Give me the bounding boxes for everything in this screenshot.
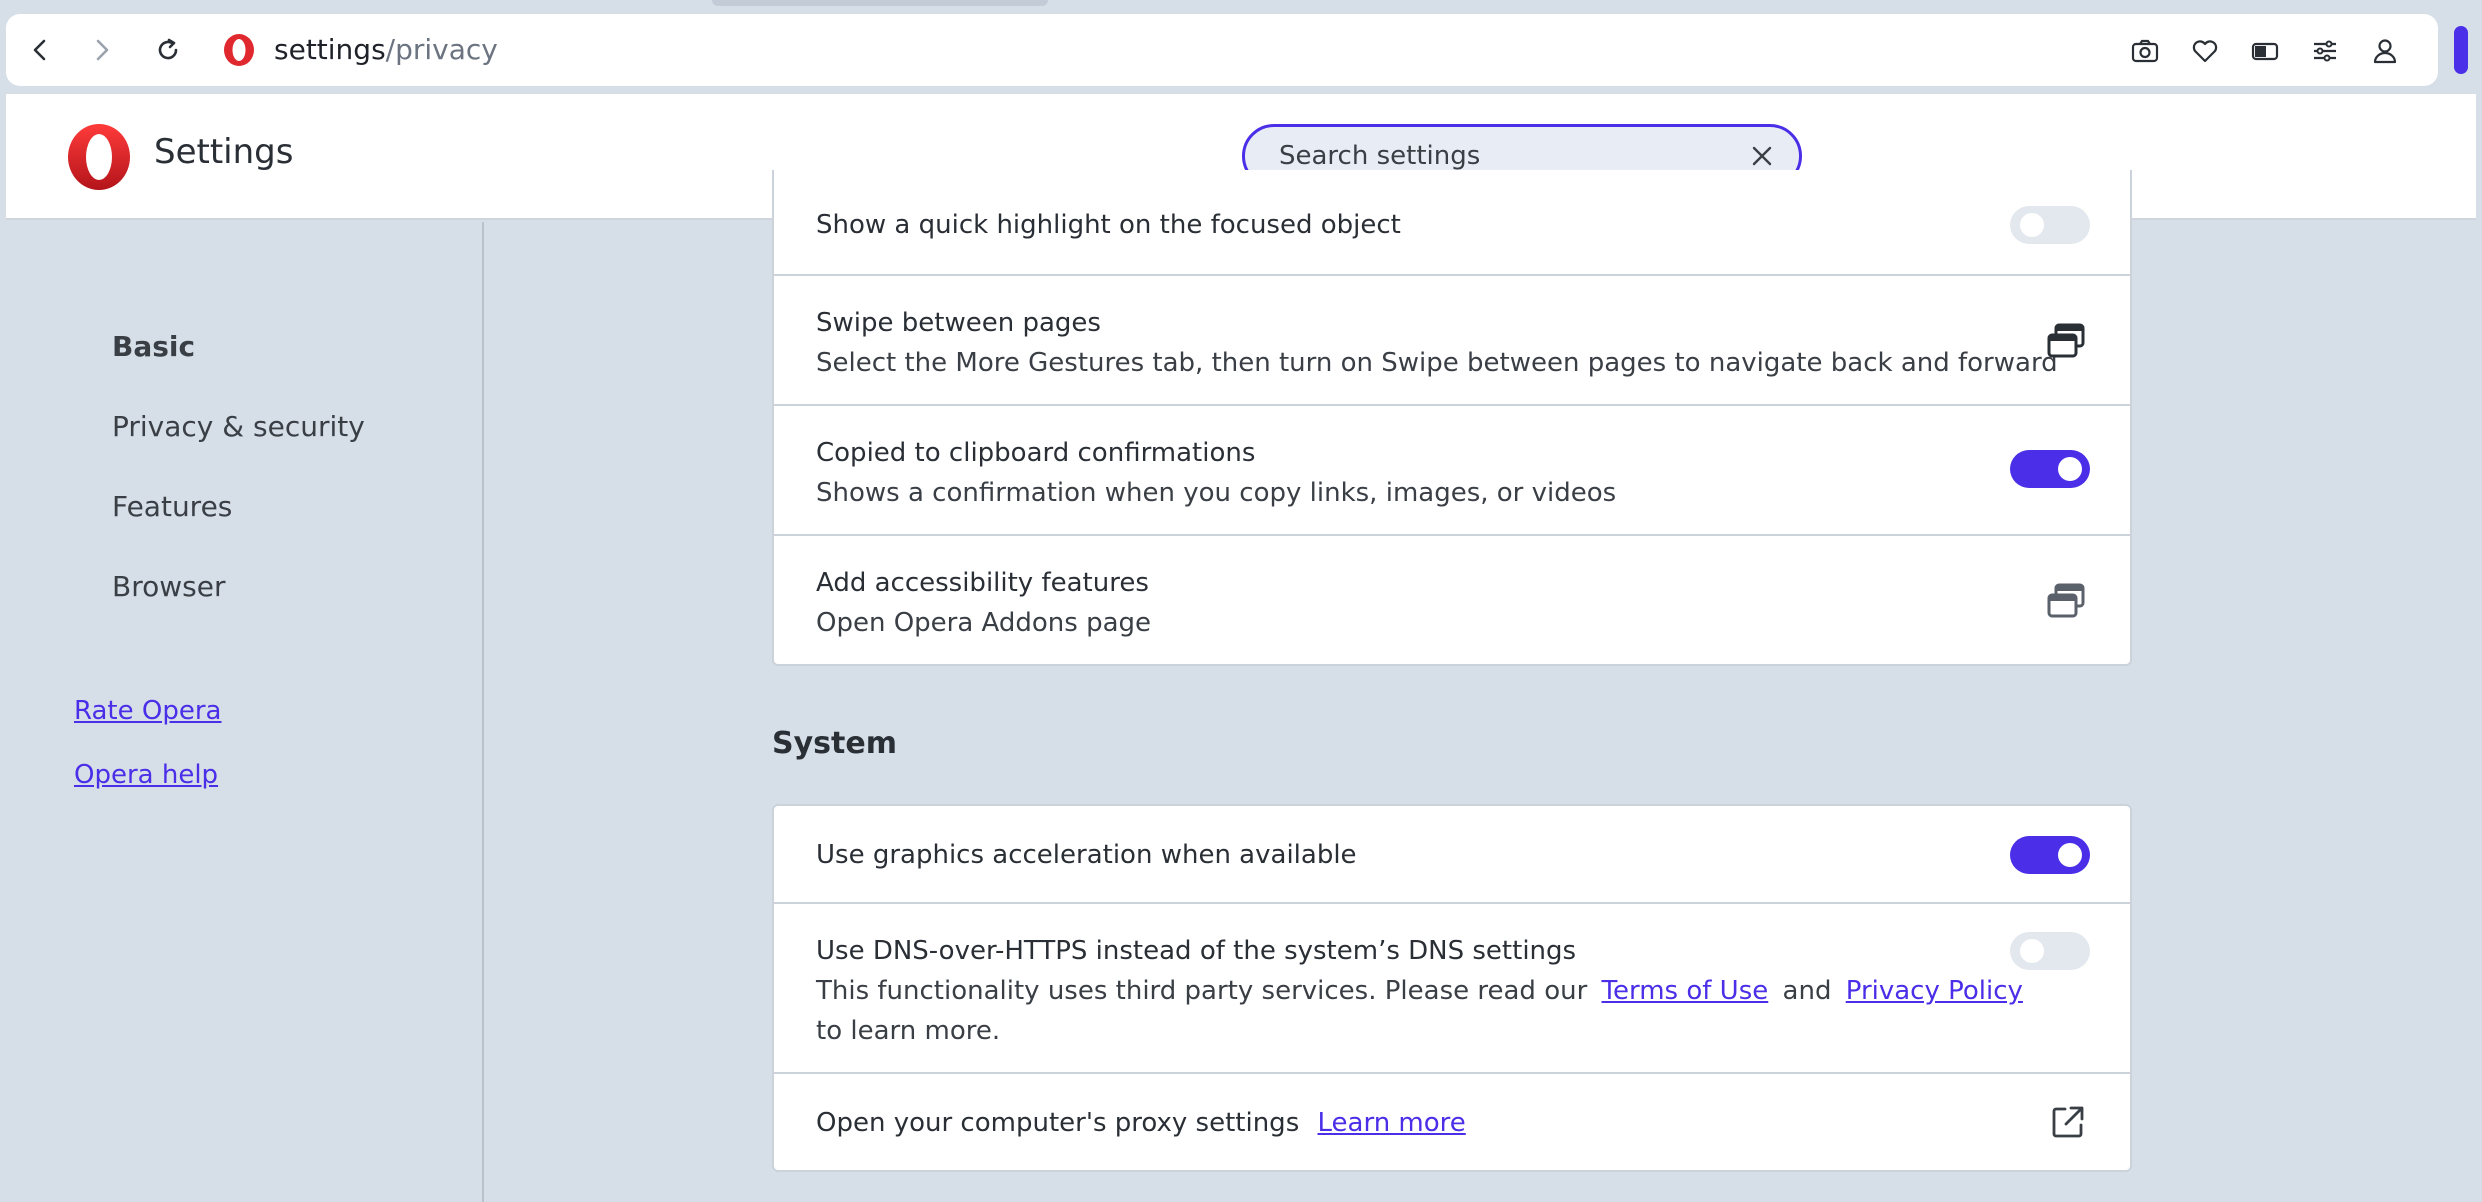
chevron-left-icon [33,39,46,61]
sidebar-item-browser[interactable]: Browser [112,570,225,603]
sliders-icon [2314,40,2336,62]
url-host: settings [274,33,386,66]
setting-row-accessibility-features[interactable]: Add accessibility features Open Opera Ad… [774,534,2130,664]
opera-logo-icon [224,34,254,66]
setting-description: This functionality uses third party serv… [816,976,2023,1006]
sidebar-toggle-pill[interactable] [2454,26,2468,74]
profile-button[interactable] [2370,36,2400,66]
setting-row-graphics-acceleration: Use graphics acceleration when available [774,806,2130,902]
search-input[interactable] [1279,141,1719,171]
toggle-knob [2020,939,2044,963]
setting-title: Copied to clipboard confirmations [816,438,1256,468]
battery-saver-button[interactable] [2250,36,2280,66]
address-bar: settings/privacy [6,14,2438,86]
page-title: Settings [154,132,294,172]
system-section-title: System [772,726,897,761]
setting-row-clipboard-confirmations: Copied to clipboard confirmations Shows … [774,404,2130,534]
setting-title: Add accessibility features [816,568,1149,598]
setting-description: Shows a confirmation when you copy links… [816,478,1617,508]
reload-icon [158,38,178,60]
snapshot-button[interactable] [2130,36,2160,66]
open-in-new-window-icon[interactable] [2046,582,2086,620]
dns-over-https-toggle[interactable] [2010,932,2090,970]
chevron-right-icon [96,39,109,61]
close-icon[interactable] [1749,143,1775,169]
sidebar-item-basic[interactable]: Basic [112,330,195,363]
easy-setup-button[interactable] [2310,36,2340,66]
setting-title: Open your computer's proxy settings Lear… [816,1108,1466,1138]
setting-description: Open Opera Addons page [816,608,1152,638]
toggle-knob [2058,457,2082,481]
bookmarks-button[interactable] [2190,36,2220,66]
url-path: /privacy [385,33,498,66]
sidebar-item-features[interactable]: Features [112,490,232,523]
setting-row-swipe-pages[interactable]: Swipe between pages Select the More Gest… [774,274,2130,404]
forward-button[interactable] [88,36,116,64]
rate-opera-link[interactable]: Rate Opera [74,696,221,726]
setting-row-dns-over-https: Use DNS-over-HTTPS instead of the system… [774,902,2130,1072]
setting-description: Select the More Gestures tab, then turn … [816,348,2058,378]
settings-sidebar: Basic Privacy & security Features Browse… [0,222,484,1202]
opera-logo-icon [68,124,130,190]
system-card: Use graphics acceleration when available… [772,804,2132,1172]
toggle-knob [2020,213,2044,237]
accessibility-card: Show a quick highlight on the focused ob… [772,170,2132,666]
setting-title: Use graphics acceleration when available [816,840,1357,870]
proxy-settings-label: Open your computer's proxy settings [816,1108,1300,1138]
graphics-acceleration-toggle[interactable] [2010,836,2090,874]
setting-row-proxy-settings[interactable]: Open your computer's proxy settings Lear… [774,1072,2130,1170]
setting-title: Show a quick highlight on the focused ob… [816,210,1401,240]
battery-icon [2251,42,2279,61]
terms-of-use-link[interactable]: Terms of Use [1602,976,1769,1006]
learn-more-link[interactable]: Learn more [1318,1108,1466,1138]
setting-title: Swipe between pages [816,308,1101,338]
sidebar-item-privacy-security[interactable]: Privacy & security [112,410,365,443]
setting-title: Use DNS-over-HTTPS instead of the system… [816,936,1577,966]
setting-row-focus-highlight: Show a quick highlight on the focused ob… [774,170,2130,274]
reload-button[interactable] [154,36,182,64]
window-top-strip [0,0,2482,14]
back-button[interactable] [26,36,54,64]
dns-description-text: This functionality uses third party serv… [816,976,1588,1006]
opera-help-link[interactable]: Opera help [74,760,218,790]
external-link-icon[interactable] [2050,1104,2086,1140]
url-field[interactable]: settings/privacy [274,14,498,86]
camera-icon [2131,39,2159,63]
privacy-policy-link[interactable]: Privacy Policy [1846,976,2023,1006]
toggle-knob [2058,843,2082,867]
heart-icon [2192,40,2218,63]
user-icon [2373,39,2397,64]
dns-description-end: to learn more. [816,1016,1001,1046]
tab-strip-hint[interactable] [712,0,1048,6]
dns-description-and: and [1782,976,1832,1006]
focus-highlight-toggle[interactable] [2010,206,2090,244]
open-in-new-window-icon[interactable] [2046,322,2086,360]
clipboard-confirmations-toggle[interactable] [2010,450,2090,488]
